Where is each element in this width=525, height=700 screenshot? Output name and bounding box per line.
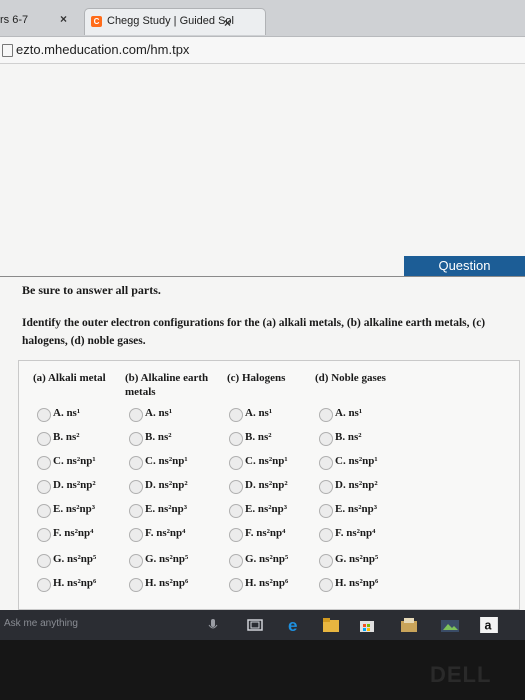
radio-button[interactable] <box>319 578 333 592</box>
option-label: C. ns²np¹ <box>245 455 288 467</box>
close-tab-icon[interactable]: × <box>224 16 231 30</box>
option-label: G. ns²np⁵ <box>335 553 379 565</box>
option-label: F. ns²np⁴ <box>145 527 186 539</box>
tab-inactive[interactable]: rs 6-7 <box>0 14 28 26</box>
option-label: A. ns¹ <box>53 407 81 419</box>
answer-table: (a) Alkali metal (b) Alkaline earth meta… <box>18 360 520 610</box>
edge-icon[interactable]: e <box>286 617 304 633</box>
radio-button[interactable] <box>319 528 333 542</box>
radio-button[interactable] <box>229 578 243 592</box>
radio-button[interactable] <box>319 480 333 494</box>
option-label: F. ns²np⁴ <box>53 527 94 539</box>
radio-button[interactable] <box>229 456 243 470</box>
option-label: D. ns²np² <box>245 479 288 491</box>
taskbar: Ask me anything e a <box>0 610 525 640</box>
option-label: A. ns¹ <box>145 407 173 419</box>
option-label: G. ns²np⁵ <box>53 553 97 565</box>
radio-button[interactable] <box>37 554 51 568</box>
radio-button[interactable] <box>37 408 51 422</box>
column-header-alkaline-earth: (b) Alkaline earth metals <box>125 372 209 398</box>
radio-button[interactable] <box>319 408 333 422</box>
option-label: E. ns²np³ <box>53 503 96 515</box>
tab-active[interactable]: C Chegg Study | Guided Sol <box>84 8 266 35</box>
radio-button[interactable] <box>129 528 143 542</box>
radio-button[interactable] <box>37 456 51 470</box>
search-box[interactable]: Ask me anything <box>4 618 78 629</box>
option-label: D. ns²np² <box>145 479 188 491</box>
radio-button[interactable] <box>129 456 143 470</box>
option-label: C. ns²np¹ <box>145 455 188 467</box>
radio-button[interactable] <box>229 480 243 494</box>
radio-button[interactable] <box>229 554 243 568</box>
radio-button[interactable] <box>37 578 51 592</box>
option-label: G. ns²np⁵ <box>245 553 289 565</box>
close-tab-icon[interactable]: × <box>60 12 67 26</box>
browser-tab-bar: rs 6-7 × C Chegg Study | Guided Sol × <box>0 0 525 37</box>
dell-logo: DELL <box>430 662 492 687</box>
radio-button[interactable] <box>229 528 243 542</box>
radio-button[interactable] <box>129 578 143 592</box>
question-header-tab: Question <box>404 256 525 276</box>
option-label: B. ns² <box>53 431 80 443</box>
option-label: C. ns²np¹ <box>335 455 378 467</box>
radio-button[interactable] <box>319 456 333 470</box>
address-bar[interactable]: ezto.mheducation.com/hm.tpx <box>0 37 525 64</box>
option-label: C. ns²np¹ <box>53 455 96 467</box>
amazon-icon[interactable]: a <box>478 617 500 633</box>
radio-button[interactable] <box>319 504 333 518</box>
file-explorer-icon[interactable] <box>322 617 340 633</box>
instruction-text: Be sure to answer all parts. <box>22 283 161 297</box>
option-label: F. ns²np⁴ <box>245 527 286 539</box>
divider <box>0 276 525 277</box>
radio-button[interactable] <box>129 408 143 422</box>
store-icon[interactable] <box>358 617 376 633</box>
screen: rs 6-7 × C Chegg Study | Guided Sol × ez… <box>0 0 525 640</box>
radio-button[interactable] <box>37 528 51 542</box>
option-label: E. ns²np³ <box>245 503 288 515</box>
option-label: D. ns²np² <box>53 479 96 491</box>
radio-button[interactable] <box>229 408 243 422</box>
option-label: G. ns²np⁵ <box>145 553 189 565</box>
folder-icon[interactable] <box>400 617 418 633</box>
option-label: H. ns²np⁶ <box>245 577 289 589</box>
radio-button[interactable] <box>129 432 143 446</box>
option-label: A. ns¹ <box>245 407 273 419</box>
svg-text:e: e <box>288 617 297 633</box>
option-label: E. ns²np³ <box>145 503 188 515</box>
radio-button[interactable] <box>319 554 333 568</box>
option-label: B. ns² <box>145 431 172 443</box>
monitor-bezel: DELL <box>0 640 525 700</box>
option-label: B. ns² <box>335 431 362 443</box>
question-prompt: Identify the outer electron configuratio… <box>22 317 486 347</box>
radio-button[interactable] <box>37 432 51 446</box>
option-label: F. ns²np⁴ <box>335 527 376 539</box>
page-icon <box>2 44 13 57</box>
chegg-favicon-icon: C <box>91 16 102 27</box>
radio-button[interactable] <box>229 504 243 518</box>
option-label: E. ns²np³ <box>335 503 378 515</box>
photos-icon[interactable] <box>440 617 460 633</box>
option-label: H. ns²np⁶ <box>53 577 97 589</box>
microphone-icon[interactable] <box>208 617 218 633</box>
option-label: D. ns²np² <box>335 479 378 491</box>
page-content: Question Be sure to answer all parts. Id… <box>0 64 525 610</box>
radio-button[interactable] <box>129 480 143 494</box>
radio-button[interactable] <box>37 504 51 518</box>
svg-text:a: a <box>485 618 492 632</box>
url-text[interactable]: ezto.mheducation.com/hm.tpx <box>16 42 189 57</box>
option-label: H. ns²np⁶ <box>145 577 189 589</box>
option-label: H. ns²np⁶ <box>335 577 379 589</box>
radio-button[interactable] <box>229 432 243 446</box>
radio-button[interactable] <box>129 554 143 568</box>
column-header-noble-gases: (d) Noble gases <box>315 372 386 384</box>
option-label: B. ns² <box>245 431 272 443</box>
radio-button[interactable] <box>37 480 51 494</box>
tab-title: Chegg Study | Guided Sol <box>107 15 234 27</box>
column-header-halogens: (c) Halogens <box>227 372 286 384</box>
radio-button[interactable] <box>129 504 143 518</box>
option-label: A. ns¹ <box>335 407 363 419</box>
task-view-icon[interactable] <box>246 617 264 633</box>
radio-button[interactable] <box>319 432 333 446</box>
